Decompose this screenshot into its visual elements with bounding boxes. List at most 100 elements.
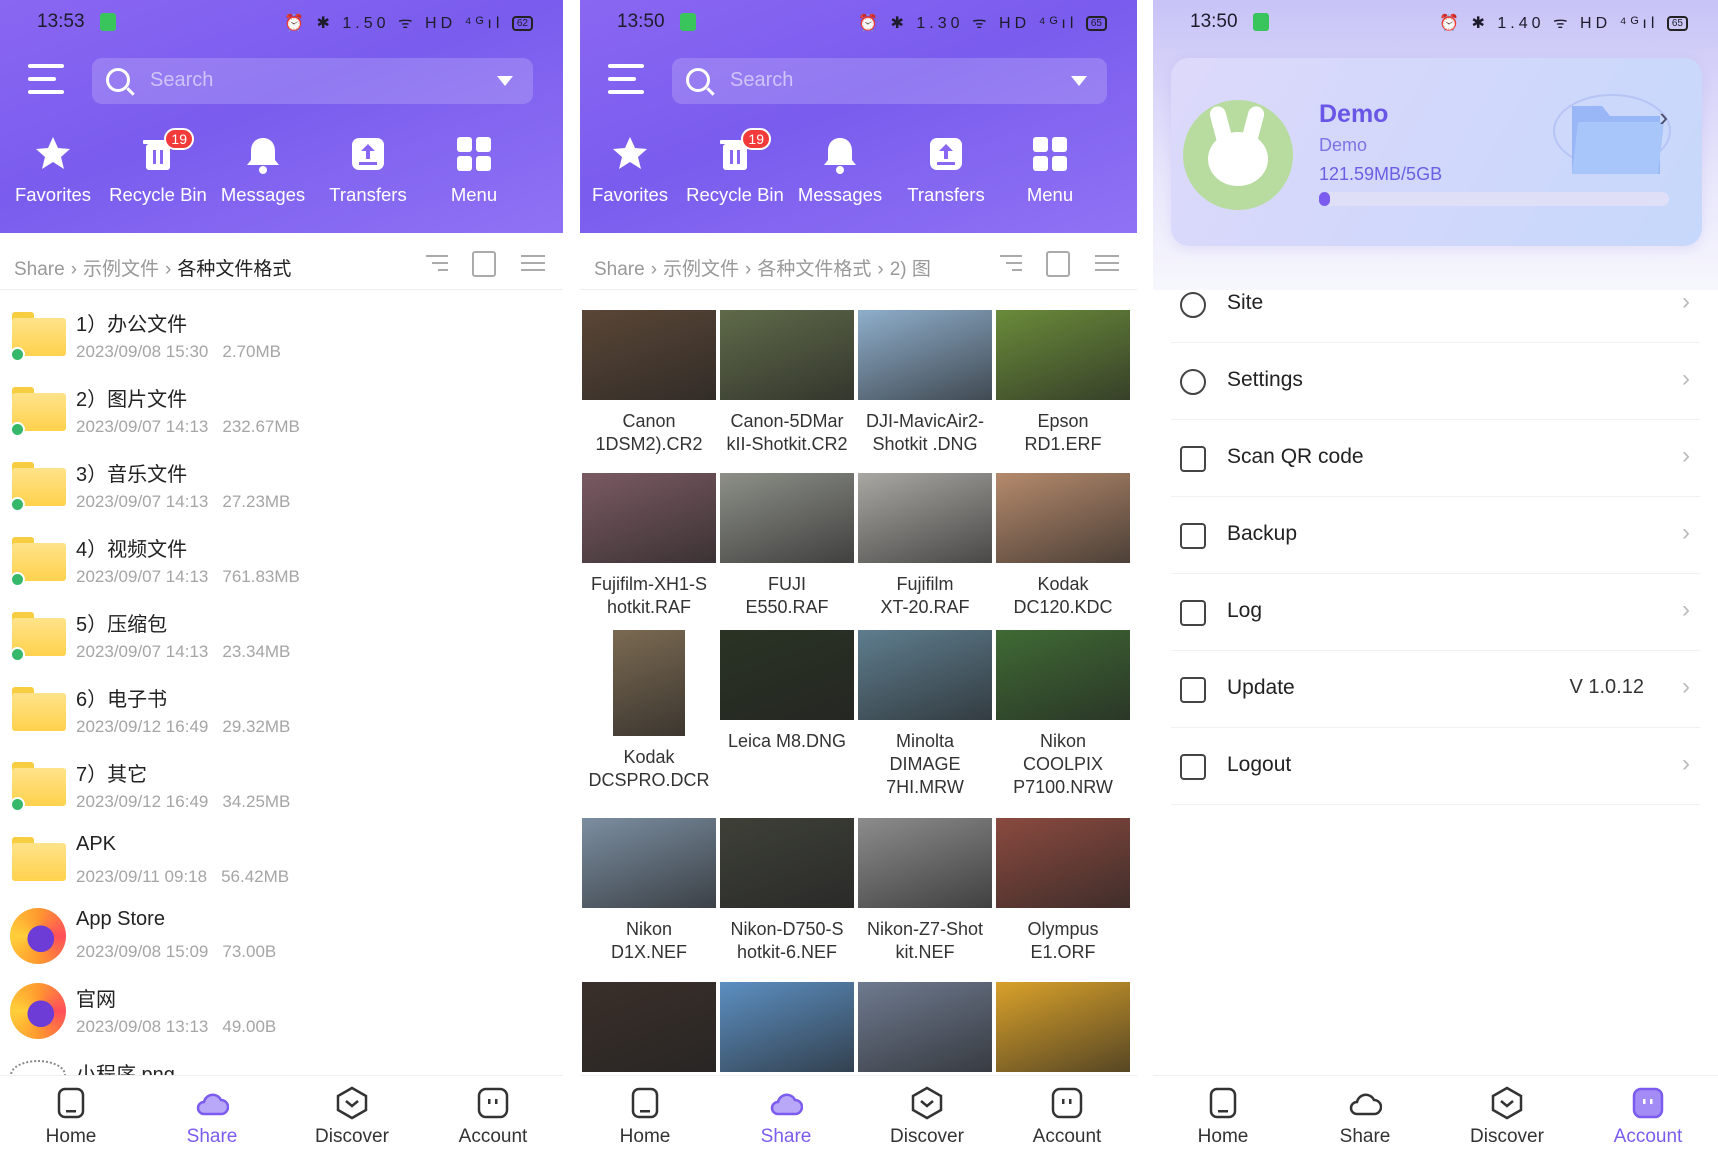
menu-item-update[interactable]: Update V 1.0.12 › [1171, 651, 1700, 728]
chevron-down-icon[interactable] [497, 76, 513, 86]
image-tile[interactable]: Nikon-D750-S hotkit-6.NEF [720, 818, 854, 964]
menu-button[interactable]: Menu [418, 134, 530, 206]
image-tile[interactable]: Fujifilm-XH1-S hotkit.RAF [582, 473, 716, 619]
menu-item-label: Scan QR code [1227, 445, 1364, 468]
messages-button[interactable]: Messages [207, 134, 319, 206]
image-tile[interactable]: DJI-MavicAir2- Shotkit .DNG [858, 310, 992, 456]
breadcrumb-mid2[interactable]: 各种文件格式 [757, 259, 871, 280]
status-time: 13:50 [617, 11, 665, 32]
image-tile[interactable]: Epson RD1.ERF [996, 310, 1130, 456]
breadcrumb-root[interactable]: Share [14, 259, 65, 280]
user-name: Demo [1319, 100, 1389, 128]
file-date: 2023/09/08 15:30 [76, 342, 209, 361]
image-tile[interactable]: Nikon-Z7-Shot kit.NEF [858, 818, 992, 964]
list-view-icon[interactable] [517, 251, 545, 277]
caption-line: E550.RAF [745, 597, 829, 617]
caption-line: DIMAGE [889, 754, 961, 774]
chevron-right-icon[interactable]: › [1659, 102, 1668, 133]
image-tile[interactable]: FUJI E550.RAF [720, 473, 854, 619]
file-name: 4）视频文件 [76, 539, 188, 561]
image-tile[interactable]: Minolta DIMAGE 7HI.MRW [858, 630, 992, 799]
chevron-down-icon[interactable] [1071, 76, 1087, 86]
nav-account[interactable]: Account [1012, 1086, 1122, 1148]
search-bar[interactable]: Search [92, 58, 533, 104]
list-item[interactable]: 3）音乐文件 2023/09/07 14:13 27.23MB [0, 446, 563, 521]
image-tile[interactable]: Kodak DC120.KDC [996, 473, 1130, 619]
nav-account[interactable]: Account [1593, 1086, 1703, 1148]
caption-line: hotkit-6.NEF [736, 942, 838, 962]
nav-home[interactable]: Home [590, 1086, 700, 1148]
transfers-button[interactable]: Transfers [312, 134, 424, 206]
recycle-bin-button[interactable]: 19 Recycle Bin [679, 128, 791, 206]
image-tile[interactable] [996, 982, 1130, 1072]
image-tile[interactable] [720, 982, 854, 1072]
menu-hamburger-icon[interactable] [608, 64, 644, 94]
nav-account[interactable]: Account [438, 1086, 548, 1148]
menu-item-log[interactable]: Log › [1171, 574, 1700, 651]
messages-label: Messages [220, 184, 306, 205]
messages-button[interactable]: Messages [784, 134, 896, 206]
image-tile[interactable]: Nikon COOLPIX P7100.NRW [996, 630, 1130, 799]
image-tile[interactable]: Nikon D1X.NEF [582, 818, 716, 964]
breadcrumb-root[interactable]: Share [594, 259, 645, 280]
image-tile[interactable]: Olympus E1.ORF [996, 818, 1130, 964]
firefox-icon [10, 908, 66, 964]
sort-icon[interactable] [422, 251, 450, 277]
nav-share[interactable]: Share [1310, 1086, 1420, 1148]
image-tile[interactable]: Canon 1DSM2).CR2 [582, 310, 716, 456]
nav-home[interactable]: Home [1168, 1086, 1278, 1148]
nav-discover[interactable]: Discover [1452, 1086, 1562, 1148]
menu-item-logout[interactable]: Logout › [1171, 728, 1700, 805]
list-item[interactable]: 官网 2023/09/08 13:13 49.00B [0, 971, 563, 1046]
nav-share[interactable]: Share [731, 1086, 841, 1148]
file-date: 2023/09/07 14:13 [76, 417, 209, 436]
breadcrumb-mid[interactable]: 示例文件 [663, 259, 739, 280]
grid-view-icon[interactable] [471, 251, 496, 277]
folder-icon [10, 762, 66, 812]
menu-button[interactable]: Menu [994, 134, 1106, 206]
list-item[interactable]: APK 2023/09/11 09:18 56.42MB [0, 821, 563, 896]
menu-item-label: Update [1227, 676, 1295, 699]
list-item[interactable]: 6）电子书 2023/09/12 16:49 29.32MB [0, 671, 563, 746]
image-caption: Kodak DC120.KDC [996, 573, 1130, 619]
breadcrumb-mid[interactable]: 示例文件 [83, 259, 159, 280]
search-bar[interactable]: Search [672, 58, 1107, 104]
nav-home[interactable]: Home [16, 1086, 126, 1148]
image-thumbnail [996, 982, 1130, 1072]
image-tile[interactable]: Canon-5DMar kII-Shotkit.CR2 [720, 310, 854, 456]
list-item[interactable]: 1）办公文件 2023/09/08 15:30 2.70MB [0, 296, 563, 371]
avatar[interactable] [1183, 100, 1293, 210]
chevron-right-icon: › [165, 259, 172, 280]
menu-hamburger-icon[interactable] [28, 64, 64, 94]
status-bar: 13:53 ⏰ ✱ 1.50 ᯤ HD ⁴ᴳıl 62 [0, 0, 563, 44]
list-view-icon[interactable] [1091, 251, 1119, 277]
nav-discover[interactable]: Discover [872, 1086, 982, 1148]
list-item[interactable]: 7）其它 2023/09/12 16:49 34.25MB [0, 746, 563, 821]
user-card[interactable]: Demo Demo 121.59MB/5GB › [1171, 58, 1702, 246]
image-tile[interactable] [858, 982, 992, 1072]
image-tile[interactable] [582, 982, 716, 1072]
search-icon [686, 68, 710, 92]
list-item[interactable]: 4）视频文件 2023/09/07 14:13 761.83MB [0, 521, 563, 596]
list-item[interactable]: 5）压缩包 2023/09/07 14:13 23.34MB [0, 596, 563, 671]
transfers-button[interactable]: Transfers [890, 134, 1002, 206]
recycle-bin-button[interactable]: 19 Recycle Bin [102, 128, 214, 206]
favorites-button[interactable]: Favorites [580, 134, 686, 206]
grid-view-icon[interactable] [1045, 251, 1070, 277]
nav-discover[interactable]: Discover [297, 1086, 407, 1148]
sort-icon[interactable] [996, 251, 1024, 277]
image-tile[interactable]: Leica M8.DNG [720, 630, 854, 753]
favorites-button[interactable]: Favorites [0, 134, 109, 206]
image-tile[interactable]: Fujifilm XT-20.RAF [858, 473, 992, 619]
list-item[interactable]: App Store 2023/09/08 15:09 73.00B [0, 896, 563, 971]
file-date: 2023/09/12 16:49 [76, 717, 209, 736]
nav-share[interactable]: Share [157, 1086, 267, 1148]
image-tile[interactable]: Kodak DCSPRO.DCR [582, 630, 716, 792]
account-icon [1632, 1087, 1664, 1119]
file-meta: 2023/09/07 14:13 27.23MB [76, 492, 290, 512]
menu-item-settings[interactable]: Settings › [1171, 343, 1700, 420]
menu-item-backup[interactable]: Backup › [1171, 497, 1700, 574]
menu-item-site[interactable]: Site › [1171, 266, 1700, 343]
list-item[interactable]: 2）图片文件 2023/09/07 14:13 232.67MB [0, 371, 563, 446]
menu-item-scan-qr-code[interactable]: Scan QR code › [1171, 420, 1700, 497]
